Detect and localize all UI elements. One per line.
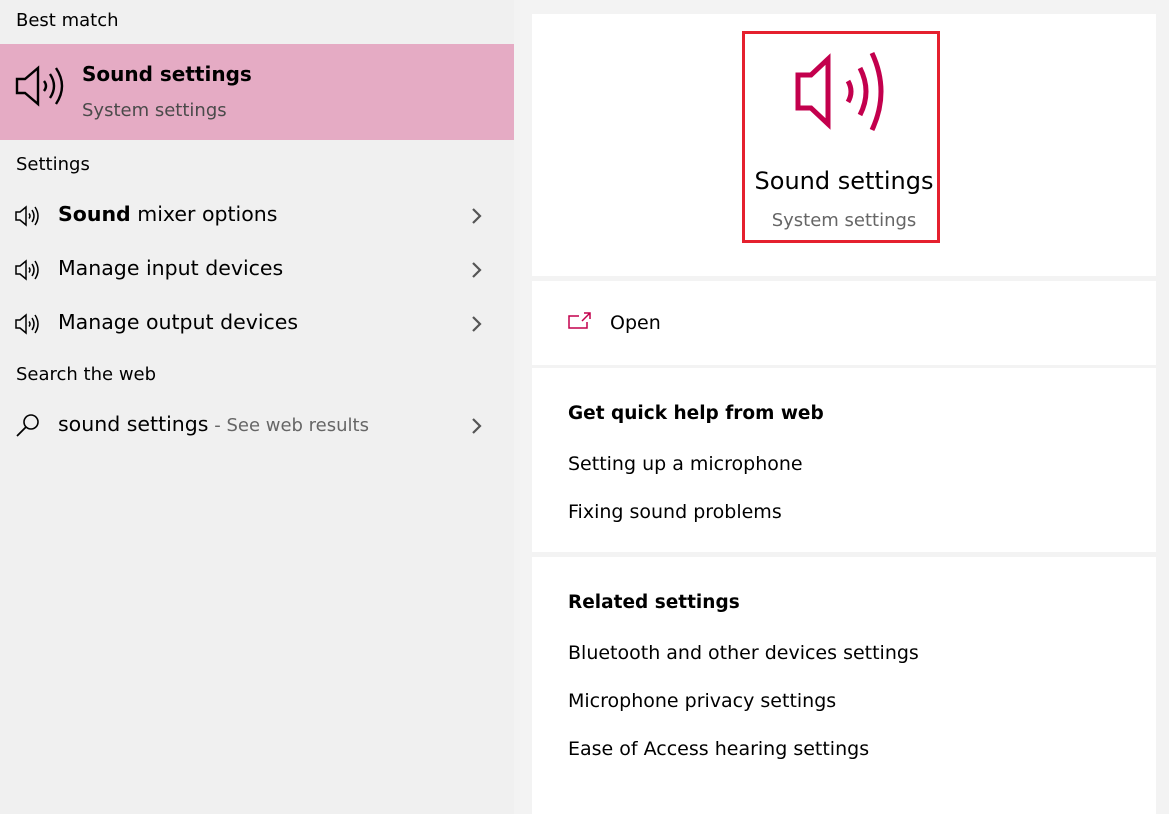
chevron-right-icon[interactable] (468, 260, 486, 280)
search-icon (16, 414, 39, 437)
speaker-icon (15, 259, 39, 281)
label-bold-part: Sound (58, 202, 131, 226)
speaker-icon (15, 313, 39, 335)
web-search-item[interactable]: sound settings - See web results (0, 399, 514, 453)
chevron-right-icon[interactable] (468, 314, 486, 334)
best-match-header: Best match (16, 10, 119, 31)
quick-help-header: Get quick help from web (568, 403, 824, 424)
manage-output-devices-item[interactable]: Manage output devices (0, 297, 514, 351)
manage-input-devices-item[interactable]: Manage input devices (0, 243, 514, 297)
settings-header: Settings (16, 154, 90, 175)
best-match-subtitle: System settings (82, 100, 227, 121)
speaker-icon (795, 51, 884, 132)
help-link-fixing-sound-problems[interactable]: Fixing sound problems (568, 501, 782, 523)
sound-mixer-options-label: Sound mixer options (58, 202, 277, 226)
related-link-ease-of-access-hearing[interactable]: Ease of Access hearing settings (568, 738, 869, 760)
web-search-label: sound settings - See web results (58, 412, 369, 436)
open-button[interactable]: Open (610, 312, 661, 334)
related-link-microphone-privacy[interactable]: Microphone privacy settings (568, 690, 836, 712)
chevron-right-icon[interactable] (468, 416, 486, 436)
manage-input-devices-label: Manage input devices (58, 256, 284, 280)
web-query: sound settings (58, 412, 209, 436)
preview-title: Sound settings (754, 167, 934, 195)
web-results-suffix: - See web results (208, 415, 369, 436)
best-match-title: Sound settings (82, 62, 252, 86)
best-match-item[interactable]: Sound settings System settings (0, 44, 514, 140)
label-rest-part: mixer options (130, 202, 278, 226)
related-link-bluetooth[interactable]: Bluetooth and other devices settings (568, 642, 919, 664)
speaker-icon (15, 205, 39, 227)
search-results-pane: Best match Sound settings System setting… (0, 0, 514, 814)
preview-subtitle: System settings (771, 210, 917, 231)
search-web-header: Search the web (16, 364, 157, 385)
speaker-icon (15, 65, 64, 107)
sound-mixer-options-item[interactable]: Sound mixer options (0, 189, 514, 243)
open-external-icon (568, 312, 591, 329)
related-settings-header: Related settings (568, 592, 740, 613)
help-link-setting-up-microphone[interactable]: Setting up a microphone (568, 453, 803, 475)
manage-output-devices-label: Manage output devices (58, 310, 299, 334)
chevron-right-icon[interactable] (468, 206, 486, 226)
